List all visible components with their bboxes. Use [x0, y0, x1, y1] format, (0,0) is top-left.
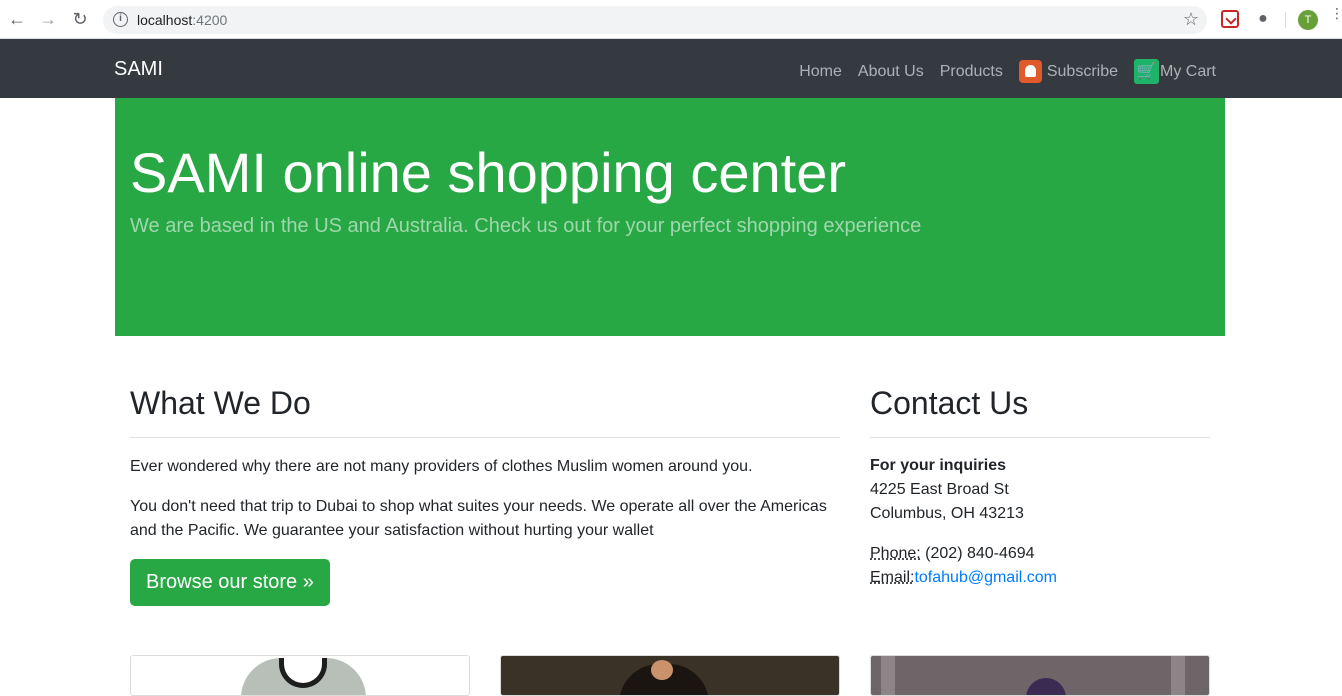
- reload-icon[interactable]: ↻: [70, 9, 90, 29]
- nav-my-cart-label: My Cart: [1160, 62, 1216, 80]
- product-image-face: [651, 660, 673, 680]
- phone-number: (202) 840-4694: [920, 545, 1035, 562]
- nav-subscribe-label: Subscribe: [1046, 62, 1118, 80]
- background-column: [1171, 656, 1185, 695]
- site-navbar: SAMI Home About Us Products Subscribe 🛒 …: [0, 39, 1342, 98]
- product-card-3[interactable]: [870, 655, 1210, 696]
- pocket-extension-icon[interactable]: [1221, 10, 1239, 28]
- nav-subscribe[interactable]: Subscribe: [1018, 60, 1118, 83]
- contact-section: Contact Us For your inquiries 4225 East …: [870, 385, 1210, 590]
- forward-arrow-icon[interactable]: →: [38, 9, 58, 29]
- nav-my-cart[interactable]: 🛒 My Cart: [1134, 59, 1216, 84]
- more-menu-icon[interactable]: ⋮: [1330, 6, 1342, 20]
- address-line-2: Columbus, OH 43213: [870, 505, 1024, 522]
- nav-links: Home About Us Products Subscribe 🛒 My Ca…: [783, 59, 1216, 84]
- toolbar-divider: [1285, 12, 1286, 28]
- browse-store-button[interactable]: Browse our store »: [130, 559, 330, 606]
- browser-toolbar: ← → ↻ i localhost:4200 ☆ ● T ⋮: [0, 0, 1342, 39]
- site-info-icon[interactable]: i: [113, 12, 128, 27]
- address-bar[interactable]: i localhost:4200 ☆: [103, 6, 1207, 34]
- what-we-do-section: What We Do Ever wondered why there are n…: [130, 385, 840, 606]
- url-host: localhost: [137, 12, 193, 28]
- nav-home[interactable]: Home: [799, 63, 842, 81]
- address-block: For your inquiries 4225 East Broad St Co…: [870, 454, 1210, 526]
- what-we-do-paragraph-1: Ever wondered why there are not many pro…: [130, 458, 753, 475]
- product-card-1[interactable]: [130, 655, 470, 696]
- product-card-2[interactable]: [500, 655, 840, 696]
- brand-logo[interactable]: SAMI: [114, 58, 163, 81]
- bell-icon: [1018, 60, 1042, 83]
- nav-products[interactable]: Products: [940, 63, 1003, 81]
- jumbotron-subtitle: We are based in the US and Australia. Ch…: [130, 215, 922, 237]
- address-line-1: 4225 East Broad St: [870, 481, 1009, 498]
- cart-icon: 🛒: [1134, 59, 1159, 84]
- jumbotron-title: SAMI online shopping center: [130, 141, 846, 204]
- what-we-do-paragraph-2: You don't need that trip to Dubai to sho…: [130, 498, 827, 539]
- back-arrow-icon[interactable]: ←: [7, 9, 27, 29]
- bookmark-star-icon[interactable]: ☆: [1183, 9, 1199, 30]
- divider: [130, 437, 840, 438]
- product-image-3: [1026, 678, 1066, 695]
- profile-avatar[interactable]: T: [1298, 10, 1318, 30]
- email-label: Email:: [870, 569, 915, 586]
- nav-about-us[interactable]: About Us: [858, 63, 924, 81]
- divider: [870, 437, 1210, 438]
- email-link[interactable]: tofahub@gmail.com: [914, 569, 1057, 586]
- url-port: :4200: [192, 12, 228, 28]
- jumbotron: SAMI online shopping center We are based…: [115, 98, 1225, 336]
- inquiries-label: For your inquiries: [870, 457, 1007, 474]
- contact-heading: Contact Us: [870, 385, 1029, 421]
- phone-email-block: Phone: (202) 840-4694 Email:tofahub@gmai…: [870, 542, 1210, 590]
- phone-label: Phone:: [870, 545, 921, 562]
- location-pin-icon[interactable]: ●: [1254, 10, 1272, 28]
- url-text[interactable]: localhost:4200: [137, 12, 227, 28]
- what-we-do-heading: What We Do: [130, 385, 311, 421]
- background-column: [881, 656, 895, 695]
